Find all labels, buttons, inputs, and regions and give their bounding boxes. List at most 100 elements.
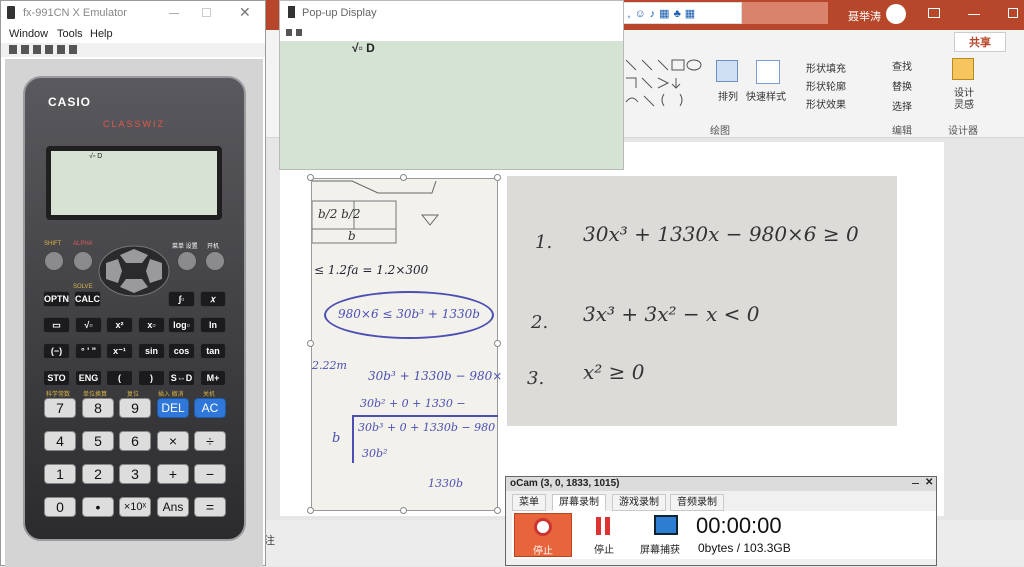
arrange-label[interactable]: 排列 bbox=[718, 88, 738, 103]
menu-tools[interactable]: Tools bbox=[57, 28, 83, 40]
key-3[interactable]: 3 bbox=[119, 464, 151, 484]
tab-audio-record[interactable]: 音频录制 bbox=[670, 494, 724, 511]
shift-key[interactable] bbox=[44, 251, 64, 271]
tan-key[interactable]: tan bbox=[200, 343, 226, 359]
x-key[interactable]: 𝑥 bbox=[200, 291, 226, 307]
sqrt-key[interactable]: √▫ bbox=[75, 317, 102, 333]
avatar[interactable] bbox=[886, 4, 906, 24]
cos-key[interactable]: cos bbox=[168, 343, 195, 359]
key-8[interactable]: 8 bbox=[82, 398, 114, 418]
design-ideas-label[interactable]: 设计 灵感 bbox=[954, 88, 974, 112]
dpad[interactable] bbox=[98, 245, 170, 297]
multiply-key[interactable]: × bbox=[157, 431, 189, 451]
resize-handle[interactable] bbox=[494, 340, 501, 347]
decimal-key[interactable]: • bbox=[82, 497, 114, 517]
power-label: x▫ bbox=[147, 320, 156, 330]
menu-help[interactable]: Help bbox=[90, 28, 113, 40]
replace-button[interactable]: 替换 bbox=[892, 78, 912, 93]
toolbar-icons[interactable] bbox=[9, 45, 81, 54]
square-key[interactable]: x² bbox=[106, 317, 133, 333]
key-2[interactable]: 2 bbox=[82, 464, 114, 484]
ans-key[interactable]: Ans bbox=[157, 497, 189, 517]
equals-key[interactable]: = bbox=[194, 497, 226, 517]
exp-label: ×10ˣ bbox=[123, 501, 147, 513]
del-key[interactable]: DEL bbox=[157, 398, 189, 418]
resize-handle[interactable] bbox=[400, 174, 407, 181]
close-icon[interactable]: ✕ bbox=[925, 477, 933, 488]
ln-key[interactable]: ln bbox=[200, 317, 226, 333]
sin-key[interactable]: sin bbox=[138, 343, 165, 359]
on-key[interactable] bbox=[205, 251, 225, 271]
add-key[interactable]: + bbox=[157, 464, 189, 484]
stop-button[interactable]: 停止 bbox=[514, 513, 572, 557]
ac-key[interactable]: AC bbox=[194, 398, 226, 418]
inverse-key[interactable]: x⁻¹ bbox=[106, 343, 133, 359]
optn-key[interactable]: OPTN bbox=[43, 291, 70, 307]
divide-key[interactable]: ÷ bbox=[194, 431, 226, 451]
popup-toolbar-icons[interactable] bbox=[286, 29, 306, 36]
key-5[interactable]: 5 bbox=[82, 431, 114, 451]
resize-handle[interactable] bbox=[494, 174, 501, 181]
x-label: 𝑥 bbox=[210, 293, 216, 304]
sd-key[interactable]: S⇔D bbox=[168, 370, 195, 386]
key-7[interactable]: 7 bbox=[44, 398, 76, 418]
mplus-key[interactable]: M+ bbox=[200, 370, 226, 386]
arrange-icon[interactable] bbox=[716, 60, 738, 82]
key-1[interactable]: 1 bbox=[44, 464, 76, 484]
frac-key[interactable]: ▭ bbox=[43, 317, 70, 333]
hw-line-8: 1330b bbox=[428, 477, 464, 490]
shape-outline-button[interactable]: 形状轮廓 bbox=[806, 78, 846, 93]
menu-window[interactable]: Window bbox=[9, 28, 48, 40]
ribbon-display-icon[interactable] bbox=[928, 8, 940, 18]
find-button[interactable]: 查找 bbox=[892, 58, 912, 73]
log-key[interactable]: log▫ bbox=[168, 317, 195, 333]
share-label: 共享 bbox=[969, 37, 991, 49]
calc-key[interactable]: CALC bbox=[74, 291, 101, 307]
resize-handle[interactable] bbox=[307, 174, 314, 181]
shape-effects-button[interactable]: 形状效果 bbox=[806, 96, 846, 111]
tab-screen-record[interactable]: 屏幕录制 bbox=[552, 494, 606, 511]
key-9[interactable]: 9 bbox=[119, 398, 151, 418]
quick-styles-label[interactable]: 快速样式 bbox=[746, 88, 786, 103]
integral-key[interactable]: ∫▫ bbox=[168, 291, 195, 307]
share-button[interactable]: 共享 bbox=[954, 32, 1006, 52]
tab-game-record[interactable]: 游戏录制 bbox=[612, 494, 666, 511]
handwriting-image-right[interactable]: 1. 30x³ + 1330x − 980×6 ≥ 0 2. 3x³ + 3x²… bbox=[507, 176, 897, 426]
sto-key[interactable]: STO bbox=[43, 370, 70, 386]
menu-key[interactable] bbox=[177, 251, 197, 271]
resize-handle[interactable] bbox=[494, 507, 501, 514]
maximize-icon[interactable] bbox=[202, 8, 211, 17]
shapes-gallery[interactable] bbox=[624, 58, 704, 110]
exp-key[interactable]: ×10ˣ bbox=[119, 497, 151, 517]
hw-line-3: 2.22m bbox=[312, 359, 347, 372]
dms-key[interactable]: ° ' " bbox=[75, 343, 102, 359]
handwriting-image-left[interactable]: b/2 b/2 b ≤ 1.2fa = 1.2×300 980×6 ≤ 30b³… bbox=[311, 178, 502, 511]
negative-key[interactable]: (−) bbox=[43, 343, 70, 359]
power-key[interactable]: x▫ bbox=[138, 317, 165, 333]
shape-fill-button[interactable]: 形状填充 bbox=[806, 60, 846, 75]
design-ideas-icon[interactable] bbox=[952, 58, 974, 80]
ime-icons[interactable]: °,☺♪▦♣▦ bbox=[619, 7, 699, 20]
resize-handle[interactable] bbox=[400, 507, 407, 514]
tab-menu[interactable]: 菜单 bbox=[512, 494, 546, 511]
maximize-icon[interactable] bbox=[1008, 8, 1018, 18]
capture-button[interactable]: 屏幕捕获 bbox=[640, 513, 692, 557]
key-0[interactable]: 0 bbox=[44, 497, 76, 517]
minimize-icon[interactable] bbox=[169, 13, 179, 14]
subtract-key[interactable]: − bbox=[194, 464, 226, 484]
alpha-key[interactable] bbox=[73, 251, 93, 271]
minimize-icon[interactable] bbox=[912, 483, 919, 484]
resize-handle[interactable] bbox=[307, 507, 314, 514]
select-button[interactable]: 选择 bbox=[892, 98, 912, 113]
key-4[interactable]: 4 bbox=[44, 431, 76, 451]
eng-key[interactable]: ENG bbox=[75, 370, 102, 386]
resize-handle[interactable] bbox=[307, 340, 314, 347]
minimize-icon[interactable] bbox=[968, 14, 980, 15]
quick-styles-icon[interactable] bbox=[756, 60, 780, 84]
left-paren-key[interactable]: ( bbox=[106, 370, 133, 386]
close-icon[interactable]: ✕ bbox=[239, 4, 251, 21]
key-6[interactable]: 6 bbox=[119, 431, 151, 451]
off-label: 关机 bbox=[203, 392, 216, 398]
pause-button[interactable]: 停止 bbox=[586, 513, 626, 557]
right-paren-key[interactable]: ) bbox=[138, 370, 165, 386]
